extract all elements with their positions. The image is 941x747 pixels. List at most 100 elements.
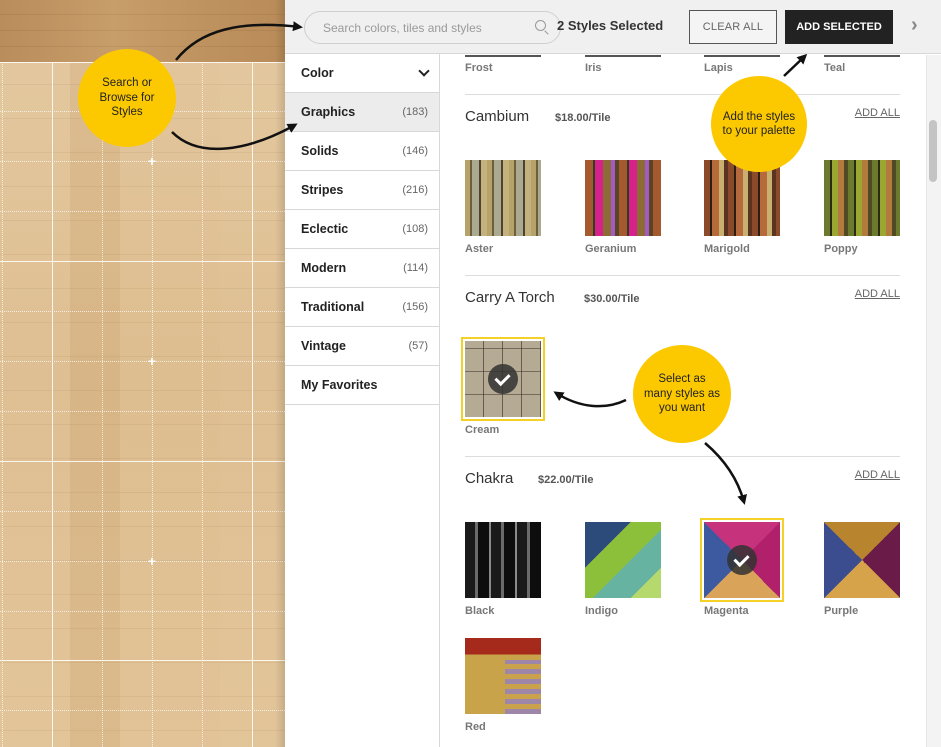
tile-swatch-selected[interactable] — [700, 518, 784, 602]
tile-seam — [0, 311, 285, 312]
grid-line — [0, 461, 285, 462]
sidebar-item-graphics[interactable]: Graphics (183) — [285, 93, 439, 132]
tile-label: Marigold — [704, 243, 750, 255]
plus-icon[interactable]: + — [148, 354, 156, 368]
grid-line — [0, 660, 285, 661]
scrollbar-thumb[interactable] — [929, 120, 937, 182]
tile-swatch[interactable] — [465, 522, 541, 598]
sidebar-item-vintage[interactable]: Vintage (57) — [285, 327, 439, 366]
sidebar-item-label: Traditional — [301, 300, 365, 314]
tile-swatch[interactable] — [585, 522, 661, 598]
annotation-select-many: Select as many styles as you want — [633, 345, 731, 443]
grid-line — [252, 62, 253, 747]
tile-label: Lapis — [704, 62, 733, 74]
sidebar-item-label: Eclectic — [301, 222, 349, 236]
plus-icon[interactable]: + — [148, 154, 156, 168]
tile-seam — [0, 411, 285, 412]
sidebar-item-count: (146) — [402, 145, 428, 157]
tile-partial[interactable] — [824, 55, 900, 57]
sidebar-item-eclectic[interactable]: Eclectic (108) — [285, 210, 439, 249]
tile-seam — [0, 211, 285, 212]
tile-label: Black — [465, 605, 495, 617]
add-selected-button[interactable]: ADD SELECTED — [785, 10, 893, 44]
sidebar-item-color[interactable]: Color — [285, 54, 439, 93]
grid-line — [52, 62, 53, 747]
tile-swatch[interactable] — [465, 638, 541, 714]
tile-label: Geranium — [585, 243, 637, 255]
tile-seam — [0, 710, 285, 711]
tile-swatch[interactable] — [585, 160, 661, 236]
add-all-link[interactable]: ADD ALL — [855, 107, 900, 119]
tile-swatch[interactable] — [824, 160, 900, 236]
tile-label: Aster — [465, 243, 494, 255]
sidebar-item-modern[interactable]: Modern (114) — [285, 249, 439, 288]
tile-seam — [0, 511, 285, 512]
sidebar-item-stripes[interactable]: Stripes (216) — [285, 171, 439, 210]
panel-shadow — [275, 0, 285, 747]
tile-label: Red — [465, 721, 486, 733]
tile-label: Cream — [465, 424, 500, 436]
sidebar-item-label: Graphics — [301, 105, 356, 119]
tile-partial[interactable] — [585, 55, 661, 57]
sidebar-item-label: Modern — [301, 261, 347, 275]
tile-partial[interactable] — [465, 55, 541, 57]
sidebar-item-label: Stripes — [301, 183, 344, 197]
sidebar-item-count: (156) — [402, 301, 428, 313]
tile-seam — [202, 62, 203, 747]
search-input[interactable] — [323, 12, 523, 43]
section-price: $22.00/Tile — [538, 474, 594, 486]
section-divider — [465, 94, 900, 95]
sidebar-item-label: Color — [301, 66, 334, 80]
checkmark-icon — [727, 545, 757, 575]
chevron-right-icon[interactable]: › — [911, 14, 918, 37]
clear-all-button[interactable]: CLEAR ALL — [689, 10, 777, 44]
sidebar-item-count: (216) — [402, 184, 428, 196]
sidebar-item-count: (57) — [408, 340, 428, 352]
add-all-link[interactable]: ADD ALL — [855, 288, 900, 300]
sidebar-item-label: Solids — [301, 144, 339, 158]
category-sidebar: Color Graphics (183) Solids (146) Stripe… — [285, 54, 440, 747]
section-title: Chakra — [465, 470, 514, 487]
top-bar: 2 Styles Selected CLEAR ALL ADD SELECTED… — [285, 0, 941, 54]
section-price: $30.00/Tile — [584, 293, 640, 305]
search-icon[interactable] — [535, 20, 546, 31]
section-title: Cambium — [465, 108, 530, 125]
tile-seam — [102, 62, 103, 747]
tile-partial[interactable] — [704, 55, 780, 57]
tile-label: Teal — [824, 62, 846, 74]
sidebar-item-solids[interactable]: Solids (146) — [285, 132, 439, 171]
sidebar-item-traditional[interactable]: Traditional (156) — [285, 288, 439, 327]
tile-seam — [0, 611, 285, 612]
section-divider — [465, 456, 900, 457]
tile-label: Purple — [824, 605, 859, 617]
tile-seam — [0, 361, 285, 362]
sidebar-item-count: (108) — [402, 223, 428, 235]
section-divider — [465, 275, 900, 276]
sidebar-item-count: (183) — [402, 106, 428, 118]
grid-line — [0, 261, 285, 262]
search-box[interactable] — [304, 11, 561, 44]
annotation-search-browse: Search or Browse for Styles — [78, 49, 176, 147]
tile-label: Frost — [465, 62, 493, 74]
selected-count: 2 Styles Selected — [557, 18, 664, 33]
tile-label: Magenta — [704, 605, 749, 617]
section-title: Carry A Torch — [465, 289, 555, 306]
section-price: $18.00/Tile — [555, 112, 611, 124]
sidebar-item-count: (114) — [403, 262, 428, 274]
sidebar-item-label: Vintage — [301, 339, 346, 353]
tile-swatch-selected[interactable] — [461, 337, 545, 421]
tile-swatch[interactable] — [824, 522, 900, 598]
tile-seam — [0, 161, 285, 162]
sidebar-item-my-favorites[interactable]: My Favorites — [285, 366, 439, 405]
plus-icon[interactable]: + — [148, 554, 156, 568]
tile-seam — [0, 561, 285, 562]
tile-label: Iris — [585, 62, 602, 74]
tile-label: Poppy — [824, 243, 858, 255]
tile-swatch[interactable] — [465, 160, 541, 236]
tile-seam — [2, 62, 3, 747]
tile-swatch[interactable] — [704, 160, 780, 236]
annotation-add-to-palette: Add the styles to your palette — [711, 76, 807, 172]
chevron-down-icon — [418, 65, 430, 77]
sidebar-item-label: My Favorites — [301, 378, 378, 392]
add-all-link[interactable]: ADD ALL — [855, 469, 900, 481]
